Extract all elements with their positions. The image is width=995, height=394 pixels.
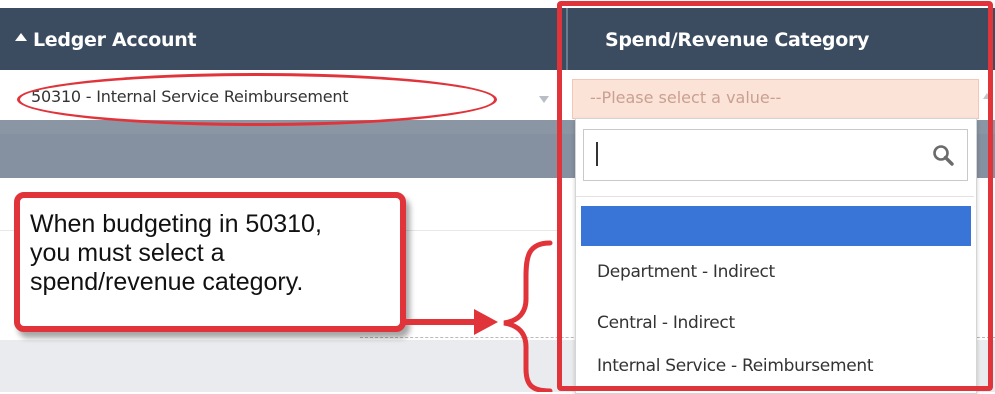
callout-line: you must select a — [30, 239, 225, 267]
highlight-ellipse-annotation — [17, 73, 497, 126]
ledger-account-header[interactable]: Ledger Account — [33, 26, 197, 54]
curly-brace-icon — [503, 240, 553, 392]
arrow-icon — [404, 309, 498, 335]
callout-text: When budgeting in 50310, you must select… — [30, 210, 400, 297]
dropdown-arrow-icon[interactable] — [539, 96, 549, 103]
curly-brace-arrow-annotation — [404, 240, 553, 392]
highlight-rectangle-annotation — [557, 1, 993, 391]
callout-line: spend/revenue category. — [30, 268, 304, 296]
callout-line: When budgeting in 50310, — [30, 210, 322, 238]
sort-ascending-icon[interactable] — [15, 33, 27, 41]
